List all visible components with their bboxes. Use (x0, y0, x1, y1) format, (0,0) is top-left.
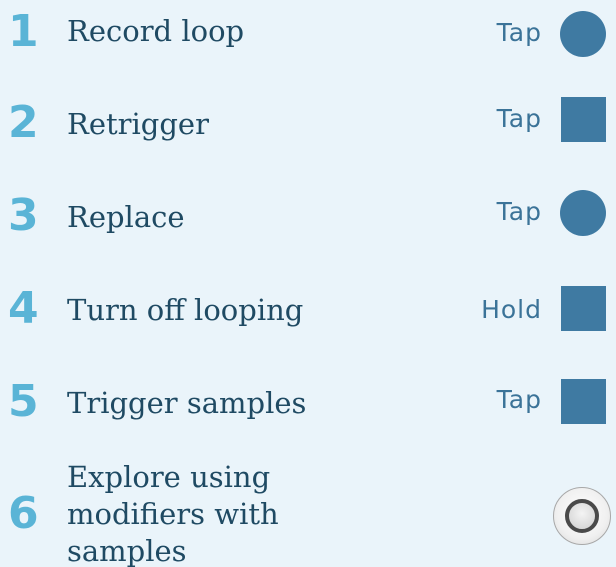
step-label: Trigger samples (67, 386, 307, 420)
square-pad-icon[interactable] (561, 286, 606, 331)
step-label-line-2: modifiers with (67, 497, 279, 531)
step-label: Turn off looping (67, 293, 304, 327)
step-number: 5 (8, 376, 39, 427)
step-label-line-1: Explore using (67, 460, 271, 494)
step-number: 1 (8, 6, 39, 57)
square-pad-icon[interactable] (561, 97, 606, 142)
step-label: Record loop (67, 14, 245, 48)
step-label: Retrigger (67, 107, 209, 141)
step-number: 3 (8, 190, 39, 241)
step-action: Hold (481, 295, 542, 324)
step-number: 4 (8, 283, 39, 334)
step-number: 6 (8, 488, 39, 539)
step-label-line-3: samples (67, 534, 187, 567)
knob-ring (565, 499, 599, 533)
step-action: Tap (496, 197, 542, 226)
step-action: Tap (496, 385, 542, 414)
step-action: Tap (496, 18, 542, 47)
circle-pad-icon[interactable] (560, 11, 606, 57)
step-action: Tap (496, 104, 542, 133)
square-pad-icon[interactable] (561, 379, 606, 424)
step-label: Replace (67, 200, 185, 234)
circle-pad-icon[interactable] (560, 190, 606, 236)
step-number: 2 (8, 97, 39, 148)
knob-icon[interactable] (553, 487, 611, 545)
